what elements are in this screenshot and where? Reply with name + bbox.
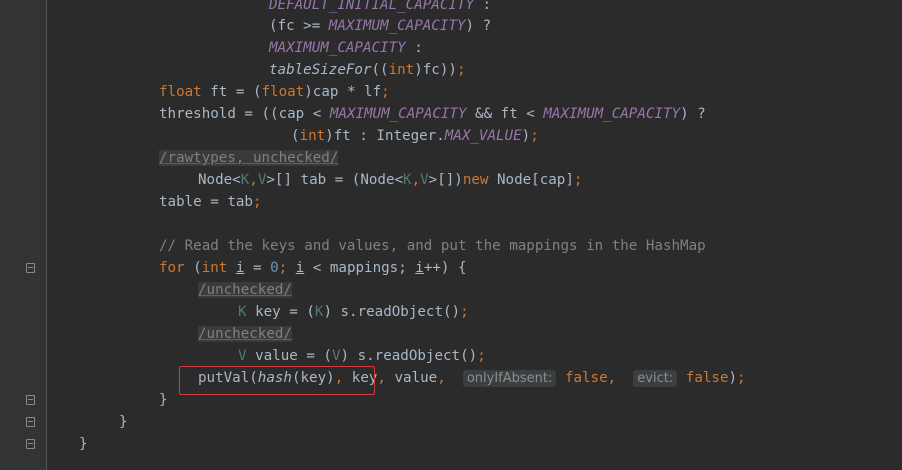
highlight-box: [179, 366, 375, 395]
parameter-hint: evict:: [633, 370, 678, 387]
code-line: }: [79, 436, 88, 452]
code-line: float ft = (float)cap * lf;: [159, 84, 390, 100]
fold-icon[interactable]: [26, 395, 35, 405]
code-line: Node<K,V>[] tab = (Node<K,V>[])new Node[…: [198, 172, 583, 188]
gutter-divider: [46, 0, 47, 470]
code-line: DEFAULT_INITIAL_CAPACITY :: [269, 0, 492, 13]
fold-icon[interactable]: [26, 417, 35, 427]
code-line: }: [159, 392, 168, 408]
code-line: (int)ft : Integer.MAX_VALUE);: [291, 128, 539, 144]
code-line: for (int i = 0; i < mappings; i++) {: [159, 260, 467, 276]
parameter-hint: onlyIfAbsent:: [462, 370, 557, 387]
fold-icon[interactable]: [26, 439, 35, 449]
code-line: /rawtypes, unchecked/: [159, 147, 339, 169]
annotation-comment: /rawtypes, unchecked/: [159, 150, 339, 166]
code-line: /unchecked/: [198, 279, 292, 301]
code-line: K key = (K) s.readObject();: [238, 304, 469, 320]
code-line: table = tab;: [159, 194, 262, 210]
code-line: tableSizeFor((int)fc));: [269, 62, 466, 78]
code-line: (fc >= MAXIMUM_CAPACITY) ?: [269, 18, 492, 34]
editor-gutter: [0, 0, 46, 470]
code-line: MAXIMUM_CAPACITY :: [269, 40, 423, 56]
code-line: // Read the keys and values, and put the…: [159, 238, 706, 254]
code-line: }: [119, 414, 128, 430]
code-line: V value = (V) s.readObject();: [238, 348, 486, 364]
code-line: /unchecked/: [198, 323, 292, 345]
annotation-comment: /unchecked/: [198, 326, 292, 342]
annotation-comment: /unchecked/: [198, 282, 292, 298]
fold-icon[interactable]: [26, 263, 35, 273]
code-line: threshold = ((cap < MAXIMUM_CAPACITY && …: [159, 106, 706, 122]
